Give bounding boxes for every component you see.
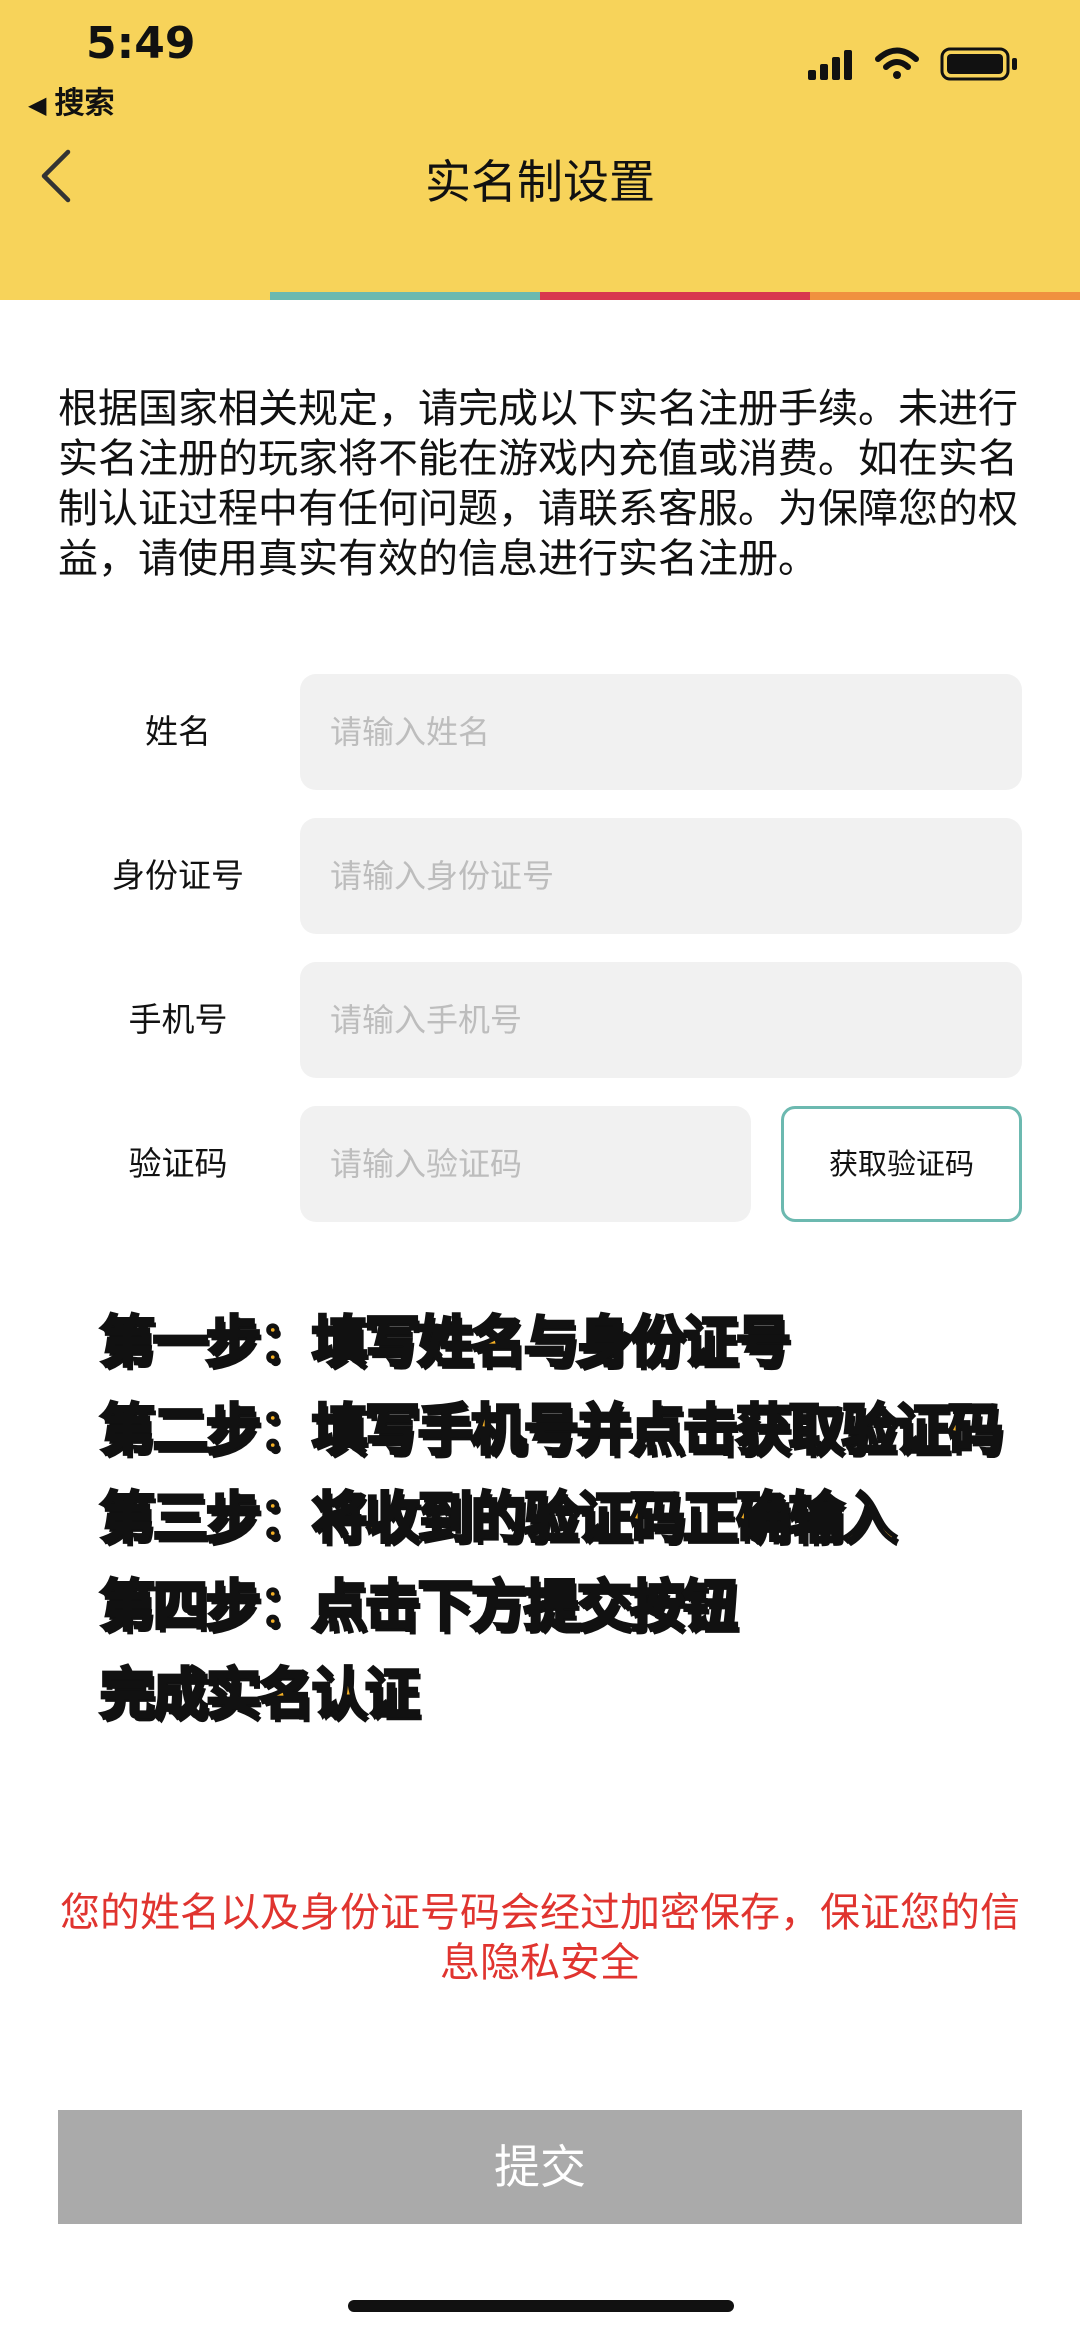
stripe-segment-2 [270, 292, 540, 300]
form-row-name: 姓名 [0, 674, 1080, 790]
get-code-button[interactable]: 获取验证码 [781, 1106, 1022, 1222]
steps-overlay: 第一步：填写姓名与身份证号 第二步：填写手机号并点击获取验证码 第三步：将收到的… [99, 1298, 1060, 1738]
phone-input[interactable] [300, 962, 1022, 1078]
step-1: 第一步：填写姓名与身份证号 [99, 1309, 793, 1376]
id-number-input[interactable] [300, 818, 1022, 934]
name-input[interactable] [300, 674, 1022, 790]
header: 5:49 ◀ 搜索 实名制设置 [0, 0, 1080, 300]
stripe-segment-4 [810, 292, 1080, 300]
code-input[interactable] [300, 1106, 751, 1222]
form-row-code: 验证码 获取验证码 [0, 1106, 1080, 1222]
stripe-segment-1 [0, 292, 270, 300]
wifi-icon [875, 47, 919, 79]
back-to-app-link[interactable]: ◀ 搜索 [28, 78, 114, 122]
status-icons [808, 47, 1017, 81]
home-indicator [348, 2300, 734, 2312]
stripe-segment-3 [540, 292, 810, 300]
submit-button[interactable]: 提交 [58, 2110, 1022, 2224]
page-title: 实名制设置 [425, 155, 655, 209]
intro-text: 根据国家相关规定，请完成以下实名注册手续。未进行实名注册的玩家将不能在游戏内充值… [58, 386, 1018, 582]
back-to-app-label: 搜索 [54, 86, 115, 121]
privacy-notice: 您的姓名以及身份证号码会经过加密保存，保证您的信息隐私安全 [60, 1890, 1020, 1986]
form-row-phone: 手机号 [0, 962, 1080, 1078]
step-3: 第三步：将收到的验证码正确输入 [99, 1485, 899, 1552]
step-2: 第二步：填写手机号并点击获取验证码 [99, 1397, 1005, 1464]
step-5: 完成实名认证 [99, 1661, 422, 1728]
step-4: 第四步：点击下方提交按钮 [99, 1573, 740, 1640]
battery-icon [940, 47, 1017, 81]
status-time: 5:49 [86, 18, 196, 69]
form-row-id: 身份证号 [0, 818, 1080, 934]
back-triangle-icon: ◀ [28, 91, 47, 119]
signal-icon [808, 50, 852, 80]
